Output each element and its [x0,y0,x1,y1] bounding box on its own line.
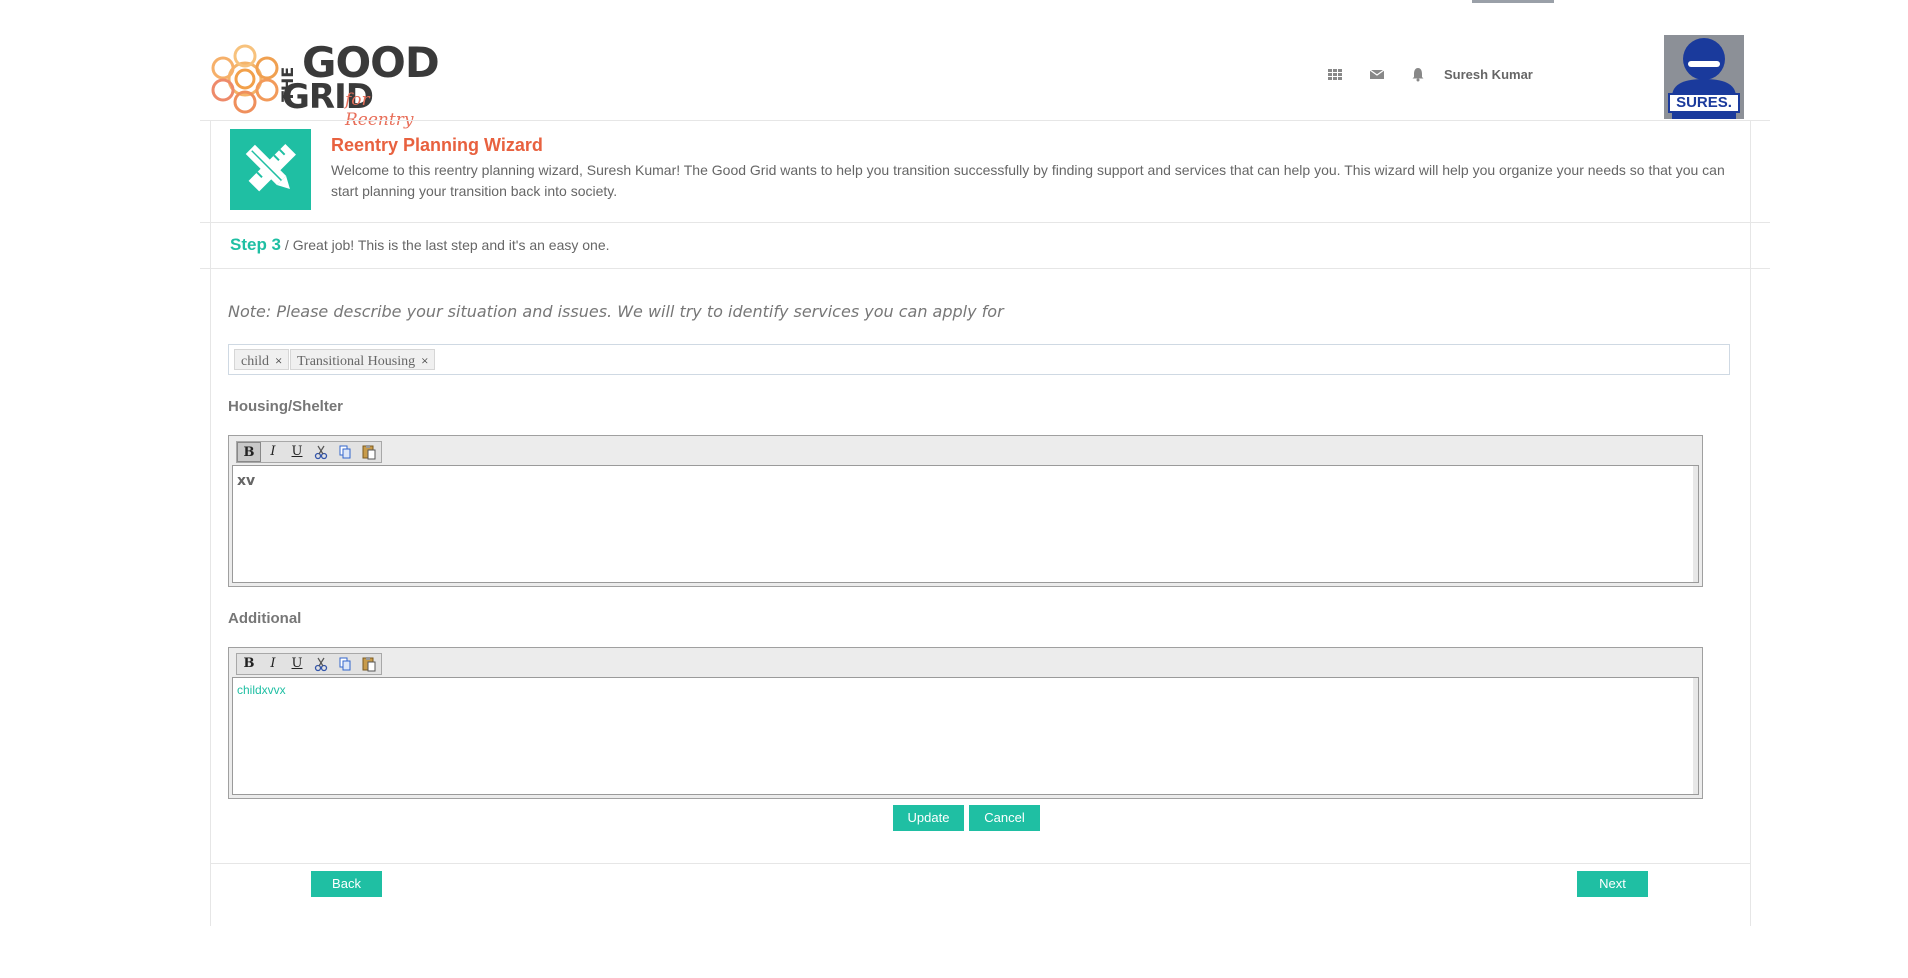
housing-shelter-editor: B I U xv [228,435,1703,587]
paste-icon[interactable] [357,654,381,674]
wizard-title: Reentry Planning Wizard [331,135,543,155]
good-grid-logo[interactable]: THE GOOD GRID for Reentry [210,40,440,130]
bold-button[interactable]: B [237,654,261,674]
underline-button[interactable]: U [285,442,309,462]
housing-shelter-label: Housing/Shelter [228,398,344,415]
avatar-badge: SURES. [1668,93,1740,113]
cancel-button[interactable]: Cancel [969,805,1040,831]
editor-content: childxvvx [237,683,286,697]
copy-icon[interactable] [333,654,357,674]
tag-label: child [241,354,269,369]
top-tab-indicator [1472,0,1554,3]
bell-icon[interactable] [1410,66,1426,82]
tag-child: child × [234,349,290,370]
editor-content: xv [237,473,256,489]
back-button[interactable]: Back [311,871,382,897]
cut-icon[interactable] [309,442,333,462]
editor-scrollbar[interactable] [1693,466,1698,582]
panel-left-border [210,120,211,926]
panel-right-border [1750,120,1751,926]
update-button[interactable]: Update [893,805,964,831]
housing-shelter-textarea[interactable]: xv [232,465,1699,583]
avatar[interactable]: SURES. [1664,35,1744,119]
apps-grid-icon[interactable] [1327,66,1343,82]
step-label: Step 3 [230,235,282,254]
editor-toolbar: B I U [236,653,382,675]
italic-button[interactable]: I [261,442,285,462]
italic-button[interactable]: I [261,654,285,674]
tag-label: Transitional Housing [297,354,416,369]
tag-remove-button[interactable]: × [421,353,428,368]
step-indicator: Step 3 / Great job! This is the last ste… [230,235,610,255]
editor-toolbar: B I U [236,441,382,463]
issues-tag-input[interactable]: child × Transitional Housing × [228,344,1730,375]
user-name[interactable]: Suresh Kumar [1444,67,1533,83]
additional-textarea[interactable]: childxvvx [232,677,1699,795]
flower-logo-icon [211,44,279,114]
envelope-icon[interactable] [1369,66,1385,82]
tag-transitional-housing: Transitional Housing × [290,349,436,370]
footer-divider [210,863,1750,864]
editor-scrollbar[interactable] [1693,678,1698,794]
additional-label: Additional [228,610,302,627]
cut-icon[interactable] [309,654,333,674]
bold-button[interactable]: B [237,442,261,462]
next-button[interactable]: Next [1577,871,1648,897]
copy-icon[interactable] [333,442,357,462]
header-divider [200,120,1770,121]
step-divider [200,268,1770,269]
underline-button[interactable]: U [285,654,309,674]
additional-editor: B I U childxvvx [228,647,1703,799]
wizard-header-divider [200,222,1770,223]
tag-remove-button[interactable]: × [275,353,282,368]
step-text: / Great job! This is the last step and i… [281,237,610,253]
wizard-description: Welcome to this reentry planning wizard,… [331,162,1725,199]
wizard-pencil-ruler-icon [230,129,311,210]
paste-icon[interactable] [357,442,381,462]
logo-tagline: for Reentry [345,90,414,130]
instruction-note: Note: Please describe your situation and… [228,302,1004,321]
